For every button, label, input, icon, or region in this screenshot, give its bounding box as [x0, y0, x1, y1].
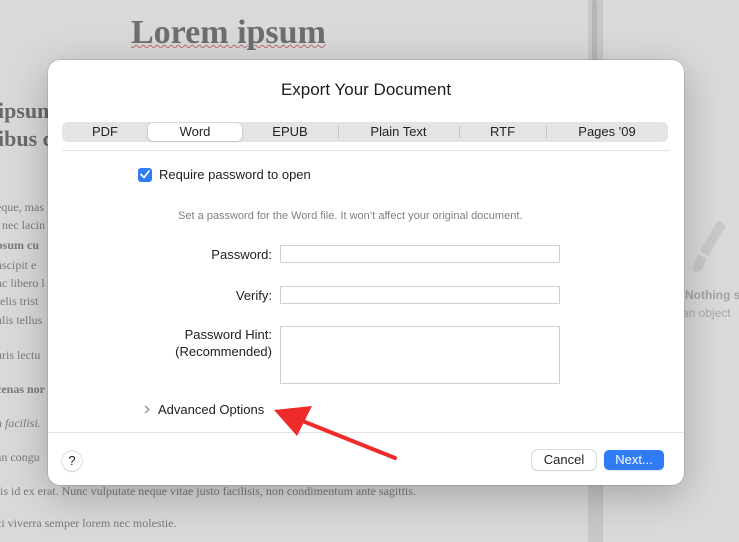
require-password-label: Require password to open	[159, 167, 311, 182]
export-dialog: Export Your Document PDF Word EPUB Plain…	[48, 60, 684, 485]
tab-rtf[interactable]: RTF	[459, 122, 546, 142]
document-text-line: uscipit e	[0, 258, 37, 272]
advanced-options-disclosure[interactable]: Advanced Options	[144, 402, 264, 417]
password-field[interactable]	[280, 245, 560, 263]
tab-epub[interactable]: EPUB	[242, 122, 338, 142]
document-heading: ibus c	[0, 126, 53, 151]
help-button[interactable]: ?	[62, 451, 82, 471]
next-button[interactable]: Next...	[604, 450, 664, 470]
inspector-empty-title: Nothing s	[685, 288, 739, 302]
paintbrush-icon	[692, 220, 726, 272]
document-text-line: nc libero l	[0, 276, 45, 290]
inspector-empty-subtitle: an object	[682, 306, 731, 320]
password-hint-label: Password Hint:	[184, 327, 272, 342]
document-text-line: uris lectu	[0, 348, 41, 362]
checkmark-icon	[140, 170, 150, 179]
tab-pdf[interactable]: PDF	[62, 122, 148, 142]
chevron-right-icon	[144, 405, 150, 414]
tab-word[interactable]: Word	[148, 123, 242, 141]
password-hint-description: Set a password for the Word file. It won…	[178, 210, 523, 222]
dialog-title: Export Your Document	[280, 80, 452, 99]
password-hint-field[interactable]	[280, 326, 560, 384]
divider	[62, 150, 670, 151]
tab-plain-text[interactable]: Plain Text	[338, 122, 459, 142]
verify-field[interactable]	[280, 286, 560, 304]
document-text-line: felis trist	[0, 294, 39, 308]
document-title: Lorem ipsum	[131, 14, 326, 51]
export-format-tabs: PDF Word EPUB Plain Text RTF Pages '09	[62, 122, 668, 142]
document-text-line: eque, mas	[0, 200, 44, 214]
verify-label: Verify:	[235, 288, 272, 303]
document-text-line: , nec lacin	[0, 218, 45, 232]
document-text-line: n facilisi.	[0, 416, 41, 430]
document-text-line: ci viverra semper lorem nec molestie.	[0, 516, 177, 530]
password-hint-recommended-label: (Recommended)	[175, 344, 272, 359]
cancel-button[interactable]: Cancel	[532, 450, 596, 470]
document-text-line: ris id ex erat. Nunc vulputate neque vit…	[0, 484, 416, 498]
divider	[48, 432, 684, 433]
document-text-line: cenas nor	[0, 382, 45, 396]
document-text-line: ulis tellus	[0, 313, 43, 327]
document-text-line: an congu	[0, 450, 40, 464]
document-text-line: psum cu	[0, 238, 40, 252]
tab-pages-09[interactable]: Pages '09	[546, 122, 668, 142]
password-label: Password:	[211, 247, 272, 262]
advanced-options-label: Advanced Options	[158, 402, 265, 417]
require-password-row: Require password to open	[138, 167, 311, 182]
require-password-checkbox[interactable]	[138, 167, 152, 182]
